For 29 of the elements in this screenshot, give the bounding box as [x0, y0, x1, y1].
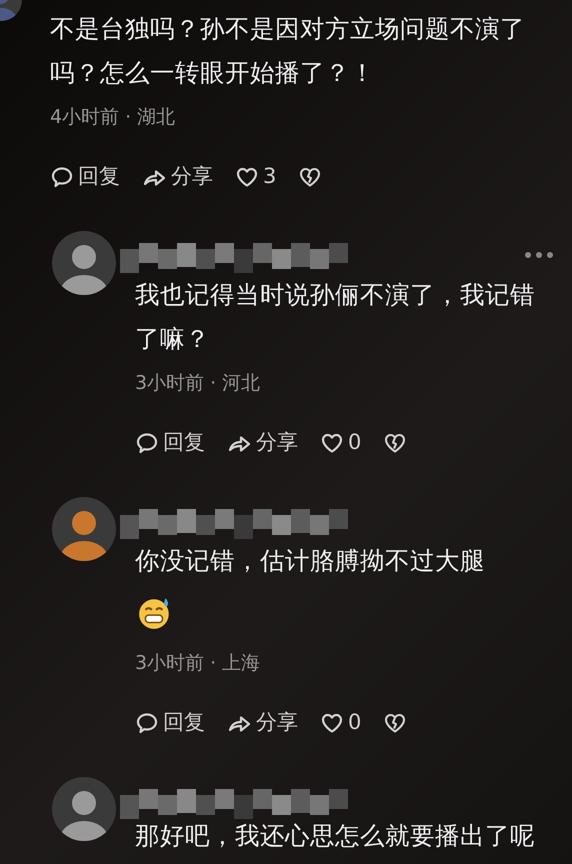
- comment-text: 那好吧，我还心思怎么就要播出了呢: [135, 821, 536, 851]
- comment-meta: 3小时前 · 河北: [135, 371, 262, 396]
- like-button[interactable]: 3: [235, 161, 276, 193]
- heart-icon: [320, 431, 344, 455]
- comment-text: 我也记得当时说孙俪不演了，我记错了嘛？: [135, 279, 536, 355]
- dislike-button[interactable]: [383, 431, 408, 455]
- like-button[interactable]: 0: [320, 707, 362, 739]
- more-icon[interactable]: [524, 251, 554, 259]
- reply-button[interactable]: 回复: [135, 707, 205, 739]
- reply-button[interactable]: 回复: [50, 161, 120, 193]
- dislike-button[interactable]: [383, 711, 408, 735]
- broken-heart-icon: [383, 711, 408, 735]
- comment-bubble-icon: [135, 431, 159, 455]
- share-button[interactable]: 分享: [227, 707, 298, 739]
- broken-heart-icon: [298, 165, 322, 189]
- like-button[interactable]: 0: [320, 427, 362, 459]
- share-button[interactable]: 分享: [142, 161, 213, 193]
- comment-text: 不是台独吗？孙不是因对方立场问题不演了吗？怎么一转眼开始播了？！: [50, 13, 526, 89]
- share-button[interactable]: 分享: [227, 427, 298, 459]
- comment-bubble-icon: [50, 165, 74, 189]
- dislike-button[interactable]: [298, 165, 322, 189]
- broken-heart-icon: [383, 431, 408, 455]
- comment-bubble-icon: [135, 711, 159, 735]
- comment-meta: 4小时前 · 湖北: [50, 105, 176, 130]
- heart-icon: [320, 711, 344, 735]
- reply-button[interactable]: 回复: [135, 427, 205, 459]
- heart-icon: [235, 165, 259, 189]
- comment-text: 你没记错，估计胳膊拗不过大腿: [135, 545, 486, 577]
- comment-meta: 3小时前 · 上海: [135, 651, 262, 676]
